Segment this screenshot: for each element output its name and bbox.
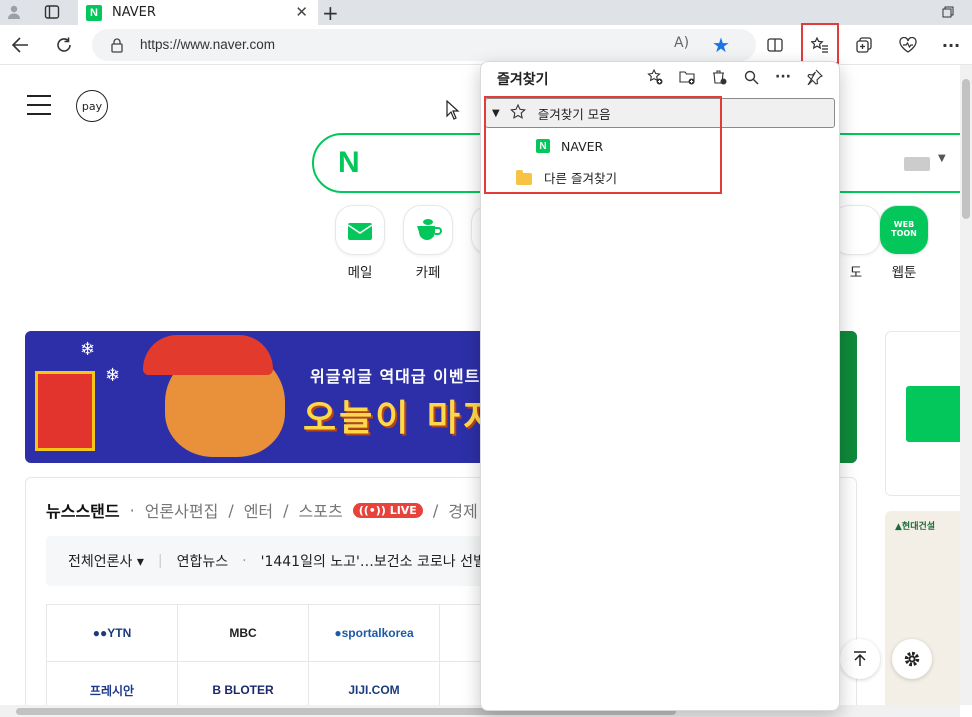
tab-sports[interactable]: 스포츠	[299, 498, 343, 522]
address-url[interactable]: https://www.naver.com	[140, 37, 275, 52]
tab-naver[interactable]: N NAVER ✕	[78, 0, 318, 25]
service-webtoon[interactable]: WEB TOON 웹툰	[878, 205, 930, 281]
tab-newsstand[interactable]: 뉴스스탠드	[46, 498, 120, 522]
mouse-cursor-icon	[446, 99, 460, 125]
service-label: 메일	[347, 265, 373, 281]
webtoon-badge: WEB TOON	[891, 220, 917, 238]
close-tab-icon[interactable]: ✕	[295, 3, 308, 21]
tab-press-edit[interactable]: 언론사편집	[145, 498, 219, 522]
browser-window: N NAVER ✕ + https://www.naver.com A) ★ ·…	[0, 0, 972, 717]
press-logo[interactable]: ●sportalkorea	[309, 605, 440, 662]
collections-icon[interactable]	[851, 33, 877, 57]
menu-icon[interactable]	[27, 95, 51, 115]
press-logo[interactable]: MBC	[178, 605, 309, 662]
tab-strip: N NAVER ✕ +	[0, 0, 972, 25]
chevron-down-icon[interactable]: ▼	[938, 153, 946, 164]
tab-entertainment[interactable]: 엔터	[244, 498, 273, 522]
press-filter-label: 전체언론사	[68, 554, 133, 570]
service-label: 카페	[415, 265, 441, 281]
favorite-star-icon[interactable]: ★	[712, 33, 730, 57]
vertical-scrollbar[interactable]	[960, 65, 972, 705]
live-badge: ((•)) LIVE	[352, 502, 423, 518]
service-cafe[interactable]: 카페	[402, 205, 454, 281]
gift-box-image	[35, 371, 95, 451]
favorites-panel: 즐겨찾기 ··· ▼ 즐겨찾기 모음 N NAVER 다른 즐겨찾기	[480, 61, 840, 711]
press-filter-dropdown[interactable]: 전체언론사 ▾	[68, 551, 144, 571]
split-screen-icon[interactable]	[762, 33, 788, 57]
tab-economy[interactable]: 경제	[448, 498, 477, 522]
vertical-scroll-thumb[interactable]	[962, 79, 970, 219]
back-button[interactable]	[8, 33, 32, 57]
headline-source[interactable]: 연합뉴스	[177, 551, 229, 571]
restore-window-icon[interactable]	[938, 3, 958, 21]
lock-icon[interactable]	[110, 37, 124, 53]
naver-favicon-icon: N	[86, 4, 102, 21]
scroll-top-button[interactable]	[840, 639, 880, 679]
snowflake-icon: ❄	[105, 365, 121, 386]
press-logo[interactable]: ●●YTN	[47, 605, 178, 662]
side-login-card	[885, 331, 960, 496]
search-icon[interactable]	[739, 66, 763, 88]
cafe-icon	[403, 205, 453, 255]
more-menu-icon[interactable]: ···	[938, 33, 964, 57]
refresh-button[interactable]	[52, 33, 76, 57]
read-aloud-icon[interactable]: A)	[674, 35, 689, 51]
more-options-icon[interactable]: ···	[771, 66, 795, 88]
login-button[interactable]	[906, 386, 960, 442]
naver-logo: N	[338, 146, 360, 179]
mail-icon	[335, 205, 385, 255]
webtoon-icon: WEB TOON	[879, 205, 929, 255]
profile-icon[interactable]	[4, 3, 24, 21]
new-tab-button[interactable]: +	[322, 1, 339, 25]
press-logo[interactable]: JIJI.COM	[309, 662, 440, 705]
workspaces-icon[interactable]	[42, 3, 62, 21]
favorites-hub-highlight	[801, 23, 839, 64]
browser-essentials-icon[interactable]	[895, 33, 921, 57]
press-logo[interactable]: B BLOTER	[178, 662, 309, 705]
service-label: 웹툰	[891, 265, 917, 281]
snowflake-icon: ❄	[80, 339, 96, 360]
press-logo[interactable]: 프레시안	[47, 662, 178, 705]
add-folder-icon[interactable]	[675, 66, 699, 88]
settings-gear-icon[interactable]	[892, 639, 932, 679]
santa-hat-image	[143, 335, 273, 375]
pin-icon[interactable]	[803, 66, 827, 88]
add-favorite-icon[interactable]	[643, 66, 667, 88]
naver-pay-button[interactable]: pay	[76, 90, 108, 122]
keyboard-icon[interactable]	[904, 157, 930, 171]
ad-brand: ▲현대건설	[895, 522, 936, 532]
banner-title: 오늘이 마지	[303, 398, 500, 439]
read-aloud-label: A	[674, 35, 684, 51]
tab-title: NAVER	[112, 5, 156, 20]
delete-favorites-icon[interactable]	[707, 66, 731, 88]
headline-link[interactable]: '1441일의 노고'…보건소 코로나 선별	[261, 551, 486, 571]
favorites-highlight-box	[484, 96, 722, 194]
news-tabs: 뉴스스탠드 · 언론사편집 / 엔터 / 스포츠 ((•)) LIVE / 경제	[46, 498, 478, 522]
address-bar[interactable]: https://www.naver.com A) ★	[92, 29, 756, 61]
service-mail[interactable]: 메일	[334, 205, 386, 281]
banner-headline: 위글위글 역대급 이벤트	[310, 367, 481, 386]
favorites-title: 즐겨찾기	[497, 72, 549, 88]
